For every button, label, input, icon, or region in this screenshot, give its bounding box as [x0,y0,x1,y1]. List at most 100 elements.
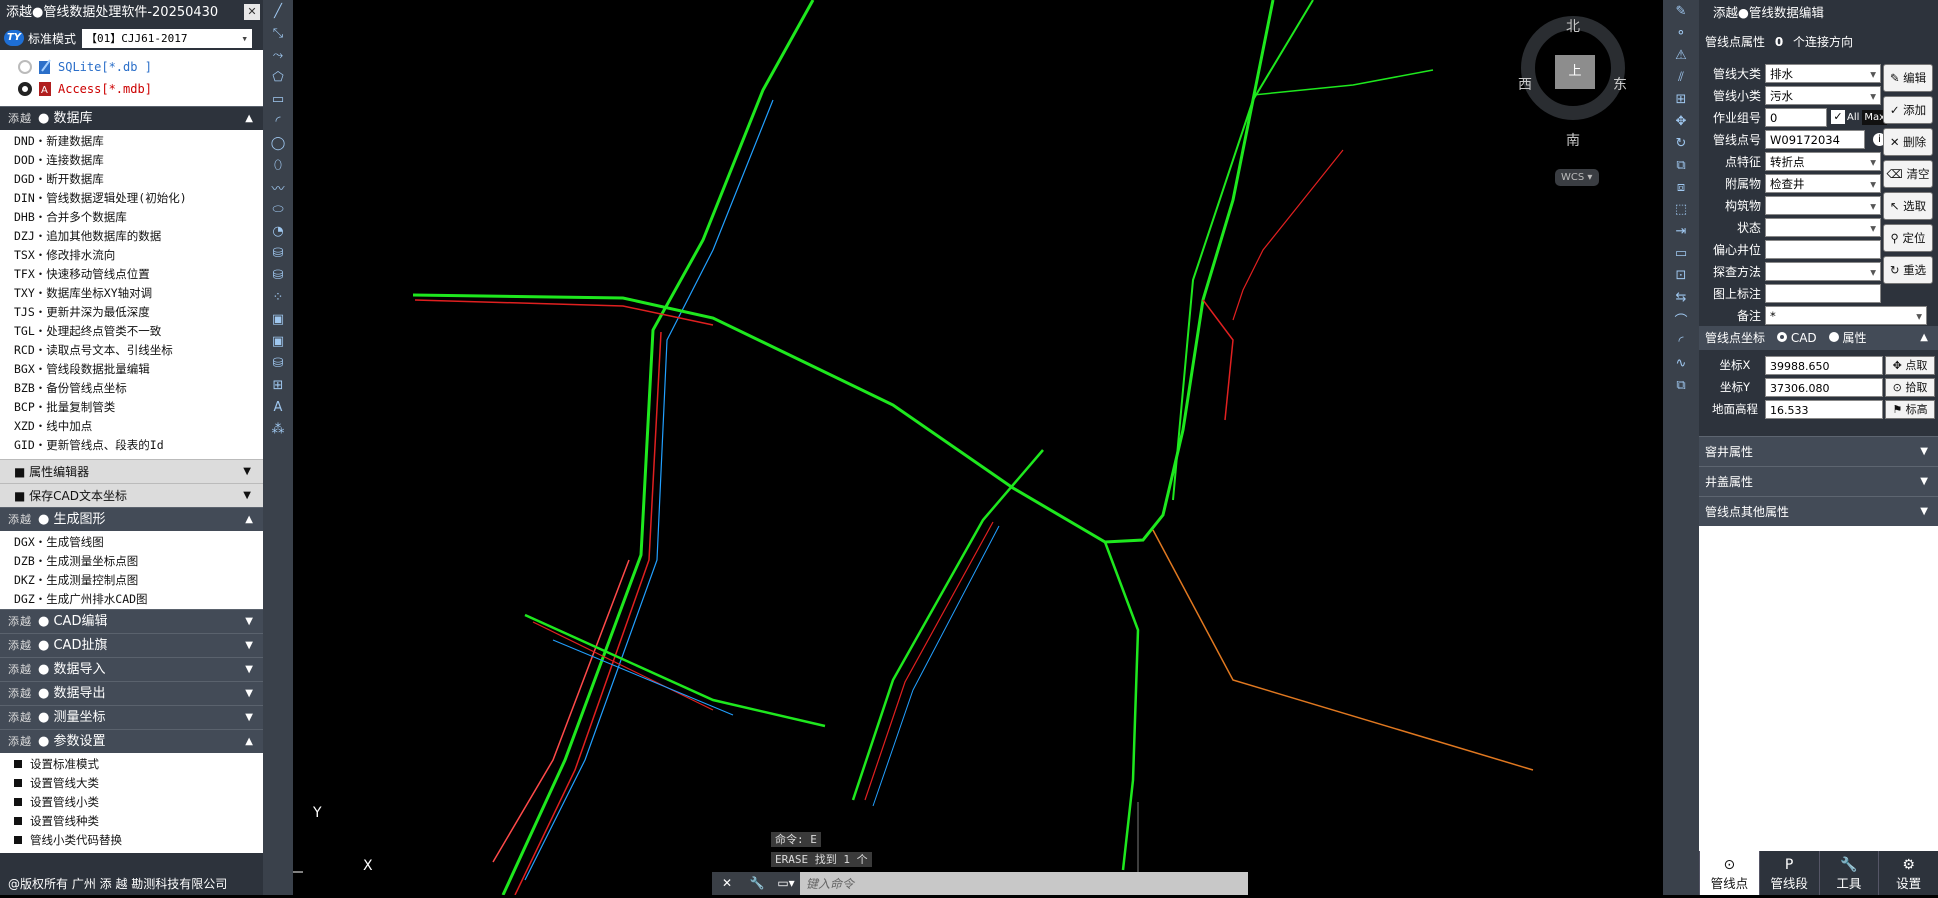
mode-select[interactable]: 【01】CJJ61-2017 [82,28,253,48]
draw-tool-icon[interactable]: ◜ [263,110,293,132]
section-survey-header[interactable]: 添越 ● 测量坐标 ▼ [0,705,263,729]
modify-tool-icon[interactable]: ∿ [1663,352,1699,374]
command-item[interactable]: DIN・管线数据逻辑处理(初始化) [0,189,263,208]
bottom-tab[interactable]: ⚙ 设置 [1878,851,1938,895]
draw-tool-icon[interactable]: A [263,396,293,418]
field-input[interactable]: * [1765,305,1927,326]
field-input[interactable] [1765,239,1881,259]
draw-tool-icon[interactable]: ◔ [263,220,293,242]
section-generate-header[interactable]: 添越 ● 生成图形 ▲ [0,507,263,531]
modify-tool-icon[interactable]: ⇆ [1663,286,1699,308]
field-input[interactable] [1765,261,1881,282]
action-button[interactable]: ↖ 选取 [1883,192,1933,220]
modify-tool-icon[interactable]: ✥ [1663,110,1699,132]
section-database-header[interactable]: 添越 ● 数据库 ▲ [0,106,263,130]
compass-north[interactable]: 北 [1566,16,1580,36]
draw-tool-icon[interactable]: 〰 [263,176,293,198]
coord-button[interactable]: ⊙ 拾取 [1885,377,1935,397]
field-input[interactable] [1765,217,1881,238]
draw-tool-icon[interactable]: ⬠ [263,66,293,88]
close-icon[interactable]: ✕ [244,4,260,20]
compass-west[interactable]: 西 [1518,74,1532,94]
draw-tool-icon[interactable]: ⤳ [263,44,293,66]
command-item[interactable]: 设置管线小类 [0,793,263,812]
draw-tool-icon[interactable]: ⤡ [263,22,293,44]
modify-tool-icon[interactable]: ↻ [1663,132,1699,154]
command-item[interactable]: 设置管线大类 [0,774,263,793]
viewcube-top-face[interactable]: 上 [1555,55,1595,89]
command-item[interactable]: DGD・断开数据库 [0,170,263,189]
command-item[interactable]: DND・新建数据库 [0,132,263,151]
field-input[interactable]: 污水 [1765,85,1881,106]
section-cad-flag-header[interactable]: 添越 ● CAD扯旗 ▼ [0,633,263,657]
command-item[interactable]: XZD・线中加点 [0,417,263,436]
field-input[interactable]: 检查井 [1765,173,1881,194]
draw-tool-icon[interactable]: ⛁ [263,264,293,286]
modify-tool-icon[interactable]: ⧉ [1663,154,1699,176]
field-input[interactable]: 转折点 [1765,151,1881,172]
modify-tool-icon[interactable]: ✎ [1663,0,1699,22]
action-button[interactable]: ✓ 添加 [1883,96,1933,124]
modify-tool-icon[interactable]: ⚠ [1663,44,1699,66]
section-params-header[interactable]: 添越 ● 参数设置 ▲ [0,729,263,753]
attr-editor-toggle[interactable]: ■ 属性编辑器 ▼ [0,459,263,483]
draw-tool-icon[interactable]: ⊞ [263,374,293,396]
radio-sqlite[interactable] [18,60,32,74]
command-item[interactable]: DKZ・生成测量控制点图 [0,571,263,590]
radio-access[interactable] [18,82,32,96]
command-item[interactable]: TFX・快速移动管线点位置 [0,265,263,284]
draw-tool-icon[interactable]: ▣ [263,308,293,330]
modify-tool-icon[interactable]: ⌒ [1663,308,1699,330]
wrench-icon[interactable]: 🔧 [742,872,772,895]
modify-tool-icon[interactable]: ⧉ [1663,374,1699,396]
modify-tool-icon[interactable]: ◜ [1663,330,1699,352]
command-input[interactable]: 键入命令 [800,875,1248,892]
section-cad-edit-header[interactable]: 添越 ● CAD编辑 ▼ [0,609,263,633]
radio-cad[interactable] [1776,332,1787,342]
draw-tool-icon[interactable]: ⛁ [263,352,293,374]
command-item[interactable]: 设置标准模式 [0,755,263,774]
bottom-tab[interactable]: P 管线段 [1758,851,1819,895]
modify-tool-icon[interactable]: ⬚ [1663,198,1699,220]
save-cad-toggle[interactable]: ■ 保存CAD文本坐标 ▼ [0,483,263,507]
command-item[interactable]: BCP・批量复制管类 [0,398,263,417]
modify-tool-icon[interactable]: ⊞ [1663,88,1699,110]
draw-tool-icon[interactable]: ⛁ [263,242,293,264]
coord-input[interactable]: 16.533 [1765,399,1883,419]
cad-drawing-canvas[interactable]: 上 北 南 东 西 WCS ▾ Y X 命令: E ERASE 找到 1 个 [257,0,1663,896]
action-button[interactable]: ⌫ 清空 [1883,160,1933,188]
section-export-header[interactable]: 添越 ● 数据导出 ▼ [0,681,263,705]
command-item[interactable]: DZB・生成测量坐标点图 [0,552,263,571]
field-input[interactable] [1765,283,1881,303]
bottom-tab[interactable]: 🔧 工具 [1818,851,1879,895]
command-item[interactable]: DGX・生成管线图 [0,533,263,552]
chevron-up-icon[interactable]: ▲ [1920,326,1928,350]
command-item[interactable]: BZB・备份管线点坐标 [0,379,263,398]
close-icon[interactable]: ✕ [712,872,742,895]
modify-tool-icon[interactable]: ⫽ [1663,66,1699,88]
command-item[interactable]: 管线小类代码替换 [0,831,263,850]
wcs-menu[interactable]: WCS ▾ [1555,169,1599,186]
modify-tool-icon[interactable]: ⚬ [1663,22,1699,44]
command-item[interactable]: 设置管线种类 [0,812,263,831]
compass-south[interactable]: 南 [1566,130,1580,150]
draw-tool-icon[interactable]: ▣ [263,330,293,352]
draw-tool-icon[interactable]: ⁘ [263,286,293,308]
bottom-tab[interactable]: ⊙ 管线点 [1699,851,1759,895]
command-item[interactable]: TGL・处理起终点管类不一致 [0,322,263,341]
modify-tool-icon[interactable]: ⊡ [1663,264,1699,286]
command-menu-icon[interactable]: ▭▾ [772,872,800,895]
checkbox-all[interactable]: ✓ [1831,110,1845,124]
draw-tool-icon[interactable]: ⬭ [263,198,293,220]
db-option-sqlite[interactable]: SQLite[*.db ] [18,56,263,78]
section-import-header[interactable]: 添越 ● 数据导入 ▼ [0,657,263,681]
action-button[interactable]: ✎ 编辑 [1883,64,1933,92]
command-item[interactable]: RCD・读取点号文本、引线坐标 [0,341,263,360]
draw-tool-icon[interactable]: ⁂ [263,418,293,440]
field-input[interactable]: 0 [1765,107,1827,127]
draw-tool-icon[interactable]: ╱ [263,0,293,22]
coord-input[interactable]: 39988.650 [1765,355,1883,375]
coord-input[interactable]: 37306.080 [1765,377,1883,397]
compass-east[interactable]: 东 [1613,74,1627,94]
command-item[interactable]: GID・更新管线点、段表的Id [0,436,263,455]
